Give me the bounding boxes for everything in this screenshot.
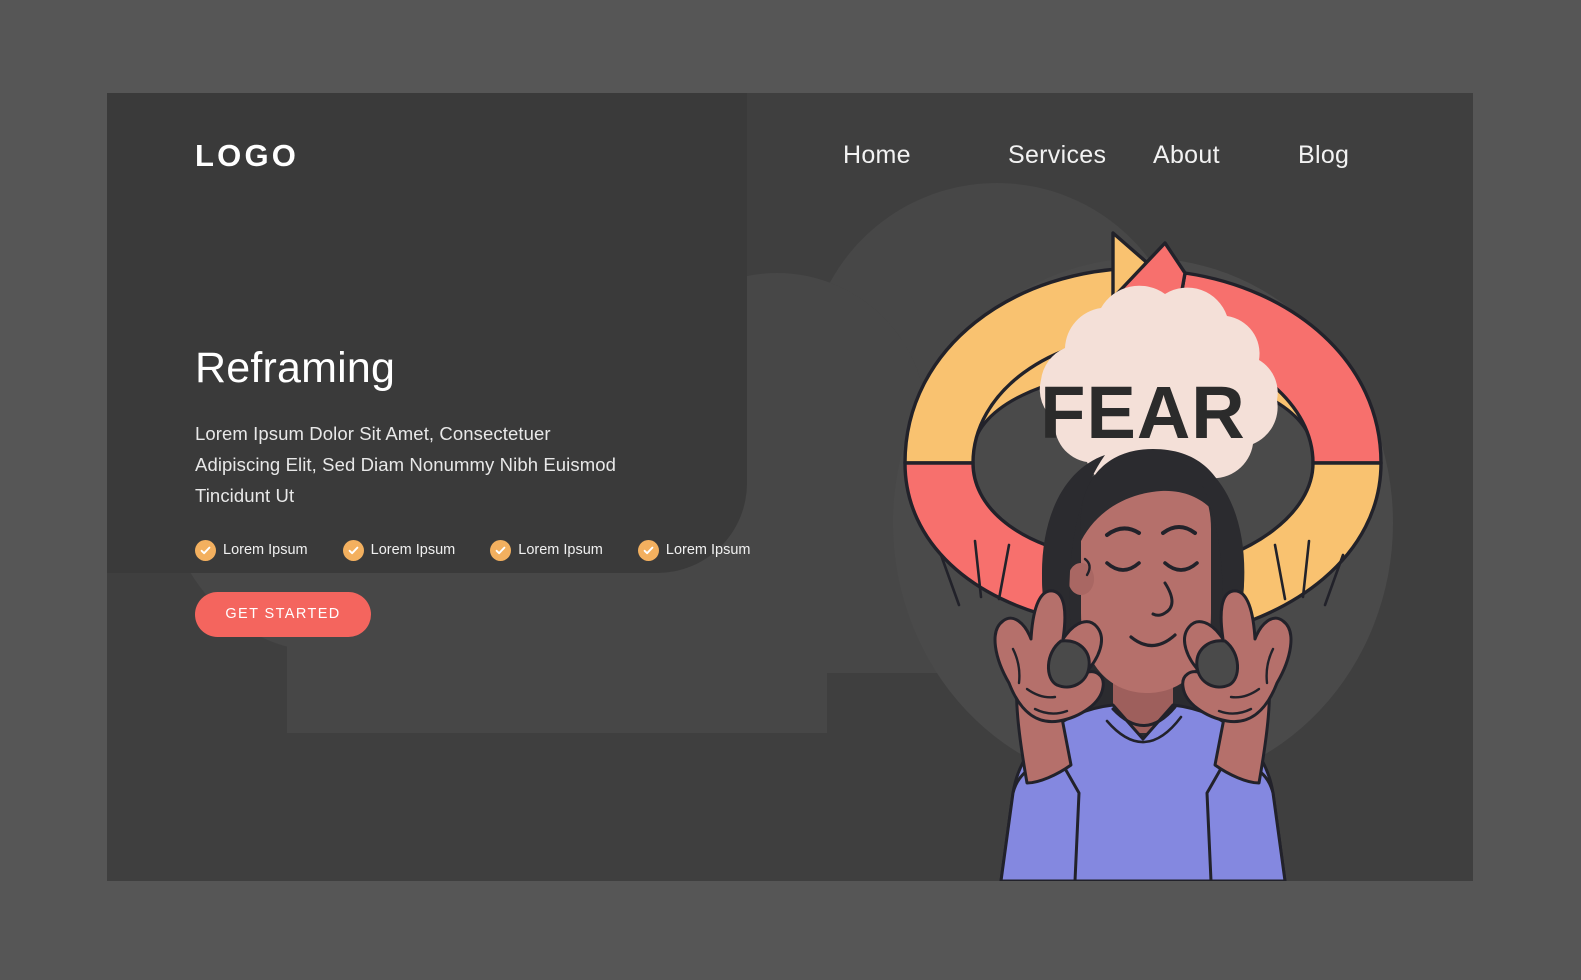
feature-label: Lorem Ipsum: [518, 542, 603, 559]
fear-label: FEAR: [1040, 371, 1245, 454]
nav-item-blog[interactable]: Blog: [1298, 141, 1388, 170]
check-circle-icon: [637, 539, 659, 561]
page-canvas: FEAR LOGO Home Services About Blog Refra…: [0, 0, 1581, 980]
feature-list: Lorem Ipsum Lorem Ipsum Lorem Ipsum Lore…: [195, 539, 751, 561]
feature-item-4: Lorem Ipsum: [637, 539, 751, 561]
feature-item-2: Lorem Ipsum: [342, 539, 456, 561]
hero-section: Reframing Lorem Ipsum Dolor Sit Amet, Co…: [195, 344, 751, 637]
landing-page-panel: FEAR LOGO Home Services About Blog Refra…: [107, 93, 1473, 881]
check-circle-icon: [195, 539, 216, 561]
feature-label: Lorem Ipsum: [665, 542, 751, 559]
nav-item-home[interactable]: Home: [843, 141, 1008, 170]
check-circle-icon: [342, 539, 364, 561]
feature-label: Lorem Ipsum: [370, 542, 456, 559]
main-navigation: Home Services About Blog: [843, 141, 1388, 170]
get-started-button[interactable]: GET STARTED: [195, 591, 371, 637]
nav-item-about[interactable]: About: [1153, 141, 1298, 170]
page-title: Reframing: [195, 344, 396, 392]
feature-item-1: Lorem Ipsum: [195, 539, 308, 561]
check-circle-icon: [490, 539, 512, 561]
logo[interactable]: LOGO: [195, 140, 299, 171]
hero-subtitle: Lorem Ipsum Dolor Sit Amet, Consectetuer…: [195, 423, 617, 507]
feature-item-3: Lorem Ipsum: [490, 539, 603, 561]
feature-label: Lorem Ipsum: [223, 542, 308, 559]
nav-item-services[interactable]: Services: [1008, 141, 1153, 170]
site-header: LOGO Home Services About Blog: [107, 93, 1473, 218]
